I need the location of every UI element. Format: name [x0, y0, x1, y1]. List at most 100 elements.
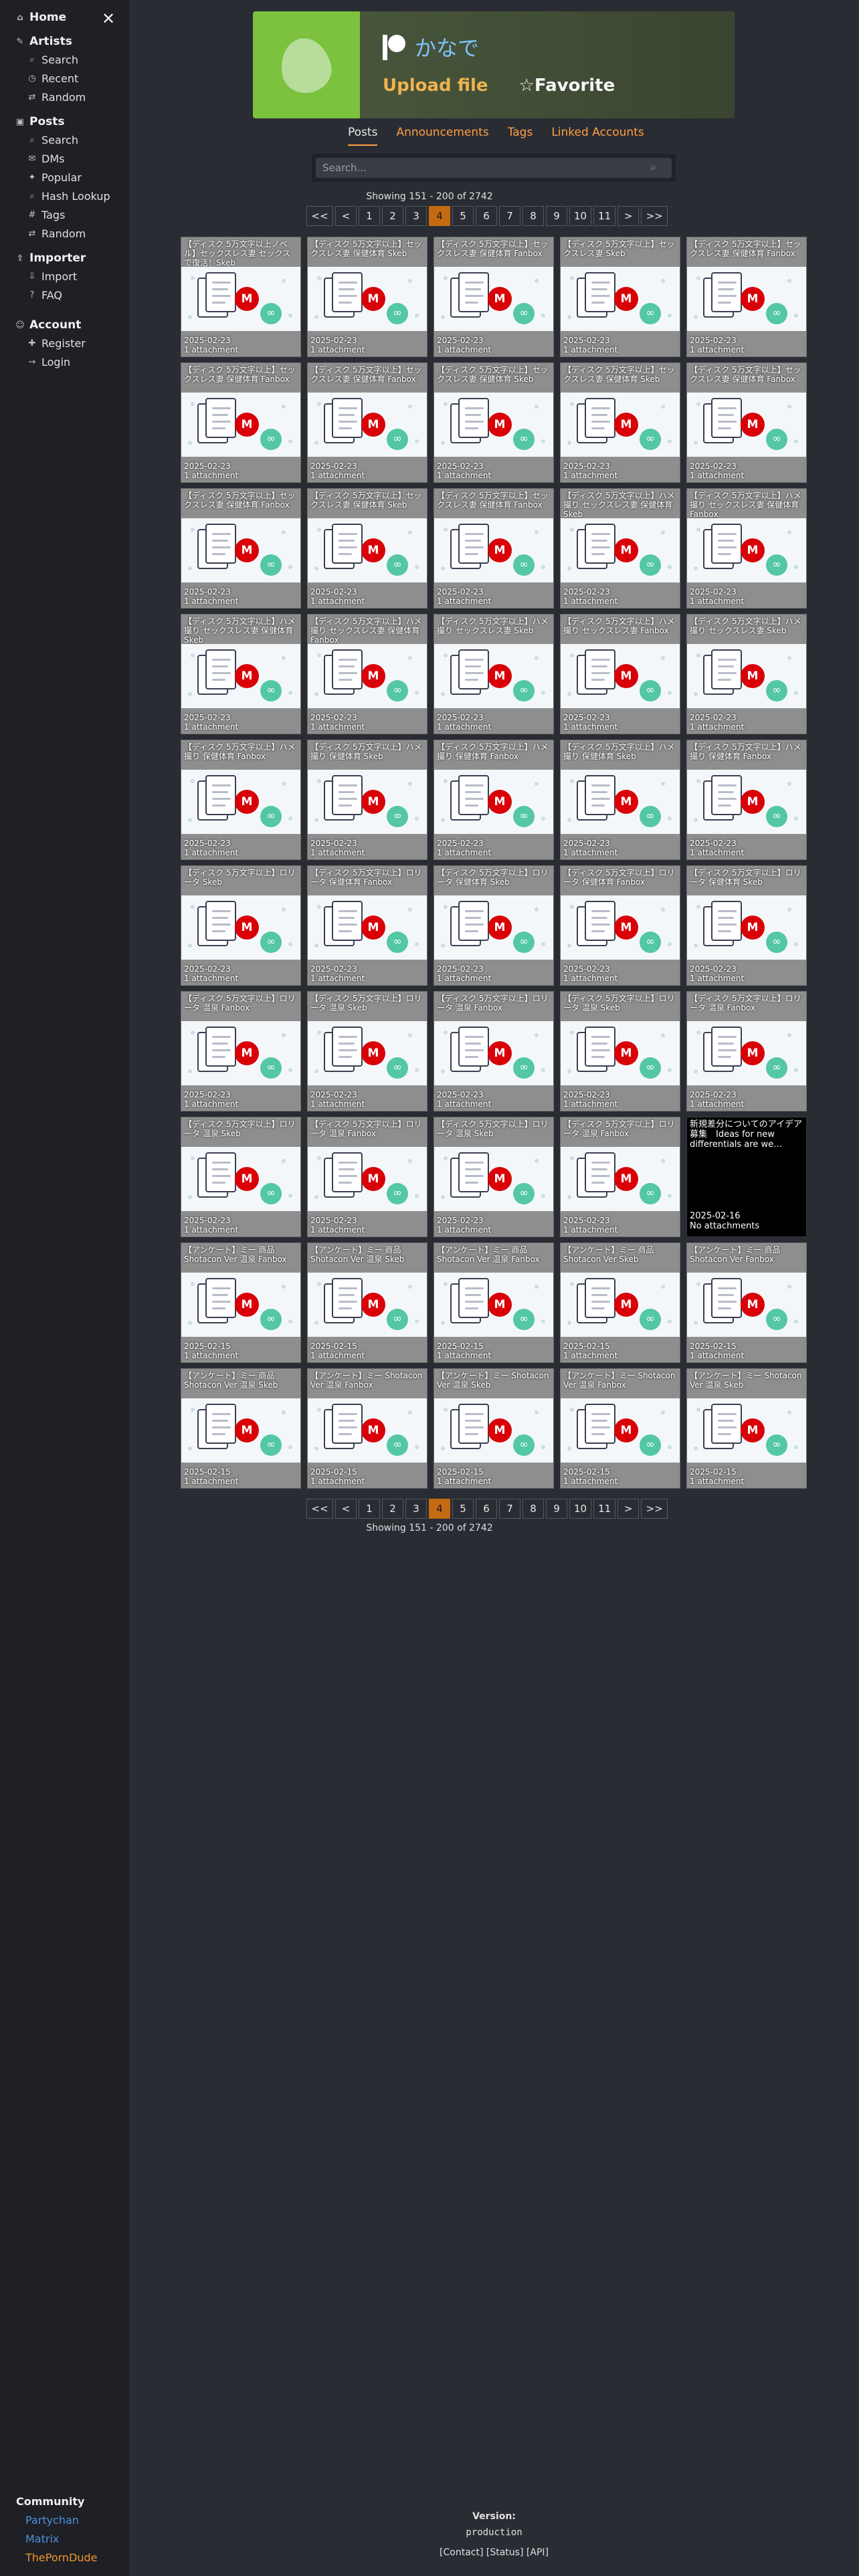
post-card[interactable]: 【ディスク 5万文字以上】ハメ撮り セックスレス妻 保健体育 Skeb M ∞ 202… [181, 614, 301, 734]
favorite-button[interactable]: ☆Favorite [519, 76, 615, 96]
sidebar-item-posts-random[interactable]: ⇄ Random [27, 227, 86, 240]
page-button[interactable]: >> [641, 206, 668, 226]
post-card[interactable]: 【ディスク 5万文字以上】ハメ撮り 保健体育 Fanbox M ∞ 2025-02-2… [181, 740, 301, 860]
upload-file-button[interactable]: Upload file [383, 76, 488, 96]
close-sidebar-button[interactable]: ✕ [99, 9, 118, 28]
post-card[interactable]: 【ディスク 5万文字以上】ロリータ 温泉 Skeb M ∞ 2025-02-23 1 a… [434, 1117, 554, 1237]
sidebar-item-tags[interactable]: # Tags [27, 209, 66, 221]
post-card[interactable]: 【アンケート】ミー 商品 Shotacon Ver 温泉 Fanbox M ∞ 202… [434, 1243, 554, 1363]
page-button[interactable]: 4 [429, 1499, 450, 1519]
sidebar-item-popular[interactable]: ✦ Popular [27, 171, 82, 184]
page-button[interactable]: 9 [546, 206, 567, 226]
post-card[interactable]: 【ディスク 5万文字以上】セックスレス妻 保健体育 Skeb M ∞ 2025-02-… [434, 362, 554, 483]
community-link[interactable]: Matrix [25, 2533, 59, 2545]
page-button[interactable]: 4 [429, 206, 450, 226]
community-link[interactable]: Partychan [25, 2514, 79, 2527]
tab-posts[interactable]: Posts [348, 126, 378, 146]
post-card[interactable]: 【ディスク 5万文字以上】ロリータ 温泉 Fanbox M ∞ 2025-02-23 1… [560, 1117, 680, 1237]
search-input[interactable] [316, 158, 672, 178]
page-button[interactable]: 10 [569, 206, 592, 226]
footer-status-link[interactable]: [Status] [486, 2547, 524, 2558]
artist-avatar[interactable] [253, 11, 360, 118]
post-card[interactable]: 【ディスク 5万文字以上】セックスレス妻 保健体育 Skeb M ∞ 2025-02-… [560, 362, 680, 483]
post-card[interactable]: 【アンケート】ミー Shotacon Ver 温泉 Skeb M ∞ 2025-02-… [686, 1368, 807, 1489]
post-card[interactable]: 【アンケート】ミー 商品 Shotacon Ver 温泉 Skeb M ∞ 2025-… [181, 1368, 301, 1489]
post-card[interactable]: 【ディスク 5万文字以上】セックスレス妻 保健体育 Fanbox M ∞ 2025-0… [307, 362, 427, 483]
post-card[interactable]: 【ディスク 5万文字以上】ハメ撮り セックスレス妻 保健体育 Fanbox M ∞ 2… [307, 614, 427, 734]
post-card[interactable]: 【アンケート】ミー Shotacon Ver 温泉 Skeb M ∞ 2025-02-… [434, 1368, 554, 1489]
page-button[interactable]: 10 [569, 1499, 592, 1519]
post-card[interactable]: 【ディスク 5万文字以上】ロリータ 保健体育 Fanbox M ∞ 2025-02-2… [560, 865, 680, 986]
post-card[interactable]: 【ディスク 5万文字以上】ロリータ 温泉 Skeb M ∞ 2025-02-23 1 a… [560, 991, 680, 1111]
post-card[interactable]: 【アンケート】ミー 商品 Shotacon Ver Fanbox M ∞ 2025-0… [686, 1243, 807, 1363]
post-card[interactable]: 【ディスク 5万文字以上】セックスレス妻 保健体育 Skeb M ∞ 2025-02-… [307, 237, 427, 357]
page-button[interactable]: >> [641, 1499, 668, 1519]
sidebar-item-artists-search[interactable]: ⌕ Search [27, 53, 78, 66]
page-button[interactable]: 1 [359, 1499, 380, 1519]
page-button[interactable]: 7 [499, 206, 520, 226]
post-card[interactable]: 【ディスク 5万文字以上】ハメ撮り 保健体育 Skeb M ∞ 2025-02-23 1… [560, 740, 680, 860]
community-link[interactable]: ThePornDude [25, 2551, 98, 2564]
sidebar-item-import[interactable]: ⇩ Import [27, 270, 78, 283]
post-card[interactable]: 【ディスク 5万文字以上】セックスレス妻 保健体育 Fanbox M ∞ 2025-0… [181, 362, 301, 483]
page-button[interactable]: 6 [476, 1499, 497, 1519]
tab-linked-accounts[interactable]: Linked Accounts [551, 126, 644, 146]
post-card[interactable]: 【ディスク 5万文字以上】ロリータ 保健体育 Skeb M ∞ 2025-02-23 1… [434, 865, 554, 986]
post-card[interactable]: 【アンケート】ミー Shotacon Ver 温泉 Fanbox M ∞ 2025-0… [307, 1368, 427, 1489]
post-card[interactable]: 【ディスク 5万文字以上】セックスレス妻 保健体育 Skeb M ∞ 2025-02-… [307, 488, 427, 609]
page-button[interactable]: < [335, 1499, 357, 1519]
page-button[interactable]: < [335, 206, 357, 226]
post-card[interactable]: 【ディスク 5万文字以上】ロリータ 温泉 Skeb M ∞ 2025-02-23 1 a… [181, 1117, 301, 1237]
post-card[interactable]: 【アンケート】ミー Shotacon Ver 温泉 Fanbox M ∞ 2025-0… [560, 1368, 680, 1489]
page-button[interactable]: > [617, 206, 640, 226]
page-button[interactable]: 1 [359, 206, 380, 226]
post-card[interactable]: 【ディスク 5万文字以上】セックスレス妻 保健体育 Fanbox M ∞ 2025-0… [181, 488, 301, 609]
post-card[interactable]: 【ディスク 5万文字以上】ハメ撮り セックスレス妻 Skeb M ∞ 2025-02-… [434, 614, 554, 734]
sidebar-item-artists-recent[interactable]: ◷ Recent [27, 72, 78, 85]
post-card[interactable]: 【ディスク 5万文字以上】ハメ撮り 保健体育 Fanbox M ∞ 2025-02-2… [434, 740, 554, 860]
page-button[interactable]: 9 [546, 1499, 567, 1519]
post-card[interactable]: 【ディスク 5万文字以上】ロリータ Skeb M ∞ 2025-02-23 1 atta… [181, 865, 301, 986]
page-button[interactable]: 11 [593, 1499, 616, 1519]
post-card[interactable]: 【ディスク 5万文字以上】ハメ撮り セックスレス妻 保健体育 Fanbox M ∞ 2… [686, 488, 807, 609]
post-card[interactable]: 【ディスク 5万文字以上】セックスレス妻 Skeb M ∞ 2025-02-23 1 a… [560, 237, 680, 357]
page-button[interactable]: 11 [593, 206, 616, 226]
post-card[interactable]: 【アンケート】ミー 商品 Shotacon Ver 温泉 Fanbox M ∞ 202… [181, 1243, 301, 1363]
tab-tags[interactable]: Tags [508, 126, 533, 146]
page-button[interactable]: 3 [405, 206, 427, 226]
artist-name-link[interactable]: かなで [383, 31, 479, 62]
page-button[interactable]: 5 [452, 1499, 474, 1519]
post-card[interactable]: 【ディスク 5万文字以上】ハメ撮り 保健体育 Fanbox M ∞ 2025-02-2… [686, 740, 807, 860]
post-card[interactable]: 【ディスク 5万文字以上】ロリータ 温泉 Fanbox M ∞ 2025-02-23 1… [181, 991, 301, 1111]
post-card[interactable]: 【ディスク 5万文字以上】セックスレス妻 保健体育 Fanbox M ∞ 2025-0… [686, 237, 807, 357]
post-card[interactable]: 【ディスク 5万文字以上】ハメ撮り セックスレス妻 Fanbox M ∞ 2025-0… [560, 614, 680, 734]
post-card[interactable]: 【ディスク 5万文字以上】ロリータ 温泉 Fanbox M ∞ 2025-02-23 1… [307, 1117, 427, 1237]
sidebar-item-posts-search[interactable]: ⌕ Search [27, 134, 78, 146]
page-button[interactable]: > [617, 1499, 640, 1519]
post-card[interactable]: 【ディスク 5万文字以上】ハメ撮り 保健体育 Skeb M ∞ 2025-02-23 1… [307, 740, 427, 860]
footer-api-link[interactable]: [API] [527, 2547, 549, 2558]
post-card[interactable]: 【アンケート】ミー 商品 Shotacon Ver 温泉 Skeb M ∞ 2025-… [307, 1243, 427, 1363]
footer-contact-link[interactable]: [Contact] [440, 2547, 483, 2558]
page-button[interactable]: << [306, 1499, 333, 1519]
post-card[interactable]: 【ディスク 5万文字以上】ロリータ 温泉 Skeb M ∞ 2025-02-23 1 a… [307, 991, 427, 1111]
page-button[interactable]: 3 [405, 1499, 427, 1519]
sidebar-item-dms[interactable]: ✉ DMs [27, 152, 65, 165]
sidebar-item-artists-random[interactable]: ⇄ Random [27, 91, 86, 104]
post-card[interactable]: 【ディスク 5万文字以上】セックスレス妻 保健体育 Fanbox M ∞ 2025-0… [686, 362, 807, 483]
post-card[interactable]: 【ディスク 5万文字以上】セックスレス妻 保健体育 Fanbox M ∞ 2025-0… [434, 237, 554, 357]
post-card[interactable]: 新規差分についてのアイデア募集 Ideas for new differenti… [686, 1117, 807, 1237]
post-card[interactable]: 【ディスク 5万文字以上ノベル】セックスレス妻 セックスで復活！Skeb M ∞ 20… [181, 237, 301, 357]
post-card[interactable]: 【ディスク 5万文字以上】ロリータ 保健体育 Skeb M ∞ 2025-02-23 1… [686, 865, 807, 986]
page-button[interactable]: 8 [522, 1499, 544, 1519]
sidebar-item-faq[interactable]: ? FAQ [27, 289, 62, 302]
post-card[interactable]: 【ディスク 5万文字以上】ロリータ 保健体育 Fanbox M ∞ 2025-02-2… [307, 865, 427, 986]
page-button[interactable]: 6 [476, 206, 497, 226]
page-button[interactable]: 2 [382, 1499, 403, 1519]
sidebar-item-register[interactable]: ✚ Register [27, 337, 86, 350]
page-button[interactable]: 8 [522, 206, 544, 226]
post-card[interactable]: 【アンケート】ミー 商品 Shotacon Ver Skeb M ∞ 2025-02-… [560, 1243, 680, 1363]
tab-announcements[interactable]: Announcements [396, 126, 488, 146]
page-button[interactable]: 2 [382, 206, 403, 226]
home-link[interactable]: ⌂ Home [15, 11, 66, 24]
